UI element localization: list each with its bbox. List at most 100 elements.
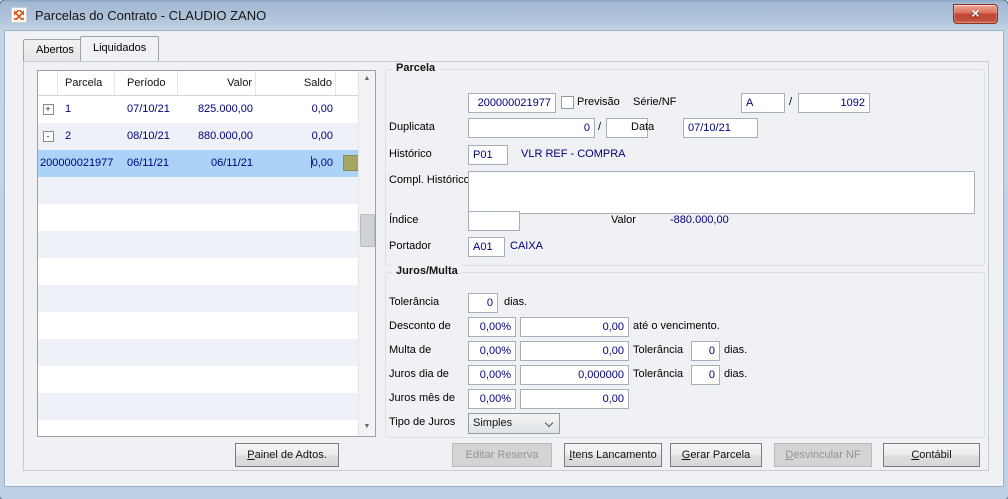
historico-label: Histórico xyxy=(389,148,432,160)
dialog-window: Parcelas do Contrato - CLAUDIO ZANO × Ab… xyxy=(0,0,1008,499)
cell-valor: 825.000,00 xyxy=(197,103,253,115)
table-row-empty[interactable] xyxy=(38,204,358,231)
table-row[interactable]: - 2 08/10/21 880.000,00 0,00 xyxy=(38,123,358,150)
juros-mes-label: Juros mês de xyxy=(389,392,456,404)
serie-field[interactable]: A xyxy=(741,93,785,113)
tolerancia-label: Tolerância xyxy=(389,296,440,308)
scrollbar-thumb[interactable] xyxy=(359,214,375,247)
title-bar[interactable]: Parcelas do Contrato - CLAUDIO ZANO × xyxy=(0,0,1008,30)
cell-saldo: 0,00 xyxy=(310,156,333,169)
table-row-selected[interactable]: 200000021977 06/11/21 06/11/21 0,00 xyxy=(38,150,359,177)
cell-parcela: 1 xyxy=(65,103,72,115)
tab-page-liquidados: Parcela Período Valor Saldo + 1 07/10/21… xyxy=(23,61,989,471)
column-header-parcela[interactable]: Parcela xyxy=(58,71,115,95)
serie-nf-separator: / xyxy=(789,96,793,108)
column-header-saldo[interactable]: Saldo xyxy=(256,71,336,95)
juros-dia-tolerancia-label: Tolerância xyxy=(633,368,684,380)
scroll-down-icon[interactable]: ▼ xyxy=(359,419,376,436)
portador-code-field[interactable]: A01 xyxy=(468,237,505,257)
tipo-juros-label: Tipo de Juros xyxy=(389,416,456,428)
desconto-valor-field[interactable]: 0,00 xyxy=(520,317,629,337)
juros-mes-valor-field[interactable]: 0,00 xyxy=(520,389,629,409)
table-row-empty[interactable] xyxy=(38,366,358,393)
juros-mes-pct-field[interactable]: 0,00% xyxy=(468,389,516,409)
parcela-number-field[interactable]: 200000021977 xyxy=(468,93,556,113)
multa-tolerancia-label: Tolerância xyxy=(633,344,684,356)
itens-lancamento-button[interactable]: Itens Lancamento xyxy=(564,443,662,467)
compl-historico-label: Compl. Histórico xyxy=(389,174,470,186)
cell-periodo: 08/10/21 xyxy=(127,130,170,142)
juros-dia-pct-field[interactable]: 0,00% xyxy=(468,365,516,385)
group-parcela: Parcela 200000021977 Previsão Série/NF A… xyxy=(385,62,985,266)
desconto-suffix-label: até o vencimento. xyxy=(633,320,720,332)
window-title: Parcelas do Contrato - CLAUDIO ZANO xyxy=(35,8,267,23)
group-title: Juros/Multa xyxy=(392,265,462,277)
multa-pct-field[interactable]: 0,00% xyxy=(468,341,516,361)
painel-de-adtos-button[interactable]: Painel de Adtos. xyxy=(235,443,339,467)
dialog-body: Abertos Liquidados Parcela Período Valor… xyxy=(4,30,1004,487)
cell-saldo: 0,00 xyxy=(311,130,333,142)
table-row-empty[interactable] xyxy=(38,285,358,312)
duplicata-separator: / xyxy=(598,121,602,133)
desconto-label: Desconto de xyxy=(389,320,451,332)
compl-historico-field[interactable] xyxy=(468,171,975,214)
gerar-parcela-button[interactable]: Gerar Parcela xyxy=(670,443,762,467)
indice-label: Índice xyxy=(389,214,419,226)
portador-description: CAIXA xyxy=(510,240,544,252)
duplicata-label: Duplicata xyxy=(389,121,435,133)
multa-label: Multa de xyxy=(389,344,432,356)
column-header-periodo[interactable]: Período xyxy=(115,71,178,95)
multa-valor-field[interactable]: 0,00 xyxy=(520,341,629,361)
data-label: Data xyxy=(631,121,655,133)
data-field[interactable]: 07/10/21 xyxy=(683,118,758,138)
table-row[interactable]: + 1 07/10/21 825.000,00 0,00 xyxy=(38,96,358,123)
table-row-empty[interactable] xyxy=(38,258,358,285)
tree-collapse-icon[interactable]: - xyxy=(42,131,54,142)
cell-saldo: 0,00 xyxy=(311,103,333,115)
scroll-up-icon[interactable]: ▲ xyxy=(359,71,376,88)
tipo-juros-select[interactable]: Simples xyxy=(468,413,560,434)
table-row-empty[interactable] xyxy=(38,177,358,204)
group-juros-multa: Juros/Multa Tolerância 0 dias. Desconto … xyxy=(385,265,985,438)
table-header: Parcela Período Valor Saldo xyxy=(38,71,358,96)
multa-tolerancia-field[interactable]: 0 xyxy=(691,341,720,361)
nf-field[interactable]: 1092 xyxy=(798,93,870,113)
indice-field[interactable] xyxy=(468,211,520,231)
table-row-empty[interactable] xyxy=(38,312,358,339)
cell-periodo: 06/11/21 xyxy=(127,157,170,169)
close-icon[interactable]: × xyxy=(953,4,998,24)
valor-label: Valor xyxy=(611,214,636,226)
juros-dia-valor-field[interactable]: 0,000000 xyxy=(520,365,629,385)
tree-expand-icon[interactable]: + xyxy=(42,104,54,115)
juros-dia-dias-label: dias. xyxy=(724,368,748,380)
desconto-pct-field[interactable]: 0,00% xyxy=(468,317,516,337)
dias-label: dias. xyxy=(504,296,528,308)
table-row-empty[interactable] xyxy=(38,231,358,258)
app-icon xyxy=(11,7,27,23)
cell-valor: 06/11/21 xyxy=(210,157,253,169)
cell-valor: 880.000,00 xyxy=(197,130,253,142)
valor-value: -880.000,00 xyxy=(670,214,729,226)
juros-dia-label: Juros dia de xyxy=(389,368,449,380)
tab-abertos[interactable]: Abertos xyxy=(23,39,87,61)
column-header-valor[interactable]: Valor xyxy=(178,71,256,95)
portador-label: Portador xyxy=(389,240,432,252)
table-row-empty[interactable] xyxy=(38,420,358,436)
vertical-scrollbar[interactable]: ▲ ▼ xyxy=(358,71,375,436)
cell-parcela: 2 xyxy=(65,130,72,142)
previsao-checkbox[interactable] xyxy=(561,96,574,109)
row-indicator[interactable] xyxy=(343,155,359,171)
tolerancia-field[interactable]: 0 xyxy=(468,293,498,313)
editar-reserva-button[interactable]: Editar Reserva xyxy=(452,443,552,467)
juros-dia-tolerancia-field[interactable]: 0 xyxy=(691,365,720,385)
desvincular-nf-button[interactable]: Desvincular NF xyxy=(774,443,872,467)
duplicata-field[interactable]: 0 xyxy=(468,118,595,138)
scrollbar-track[interactable] xyxy=(359,88,376,419)
historico-code-field[interactable]: P01 xyxy=(468,145,508,165)
tipo-juros-value: Simples xyxy=(473,417,513,429)
table-row-empty[interactable] xyxy=(38,393,358,420)
tab-label: Abertos xyxy=(36,44,74,56)
table-row-empty[interactable] xyxy=(38,339,358,366)
tab-liquidados[interactable]: Liquidados xyxy=(80,36,160,61)
contabil-button[interactable]: Contábil xyxy=(883,443,980,467)
